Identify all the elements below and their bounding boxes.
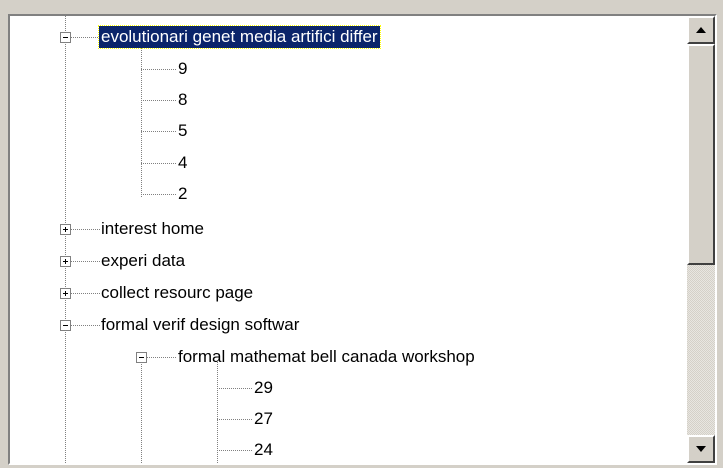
tree-node-label[interactable]: 29 bbox=[252, 377, 275, 399]
tree-connector bbox=[141, 100, 176, 101]
tree-node-label[interactable]: 2 bbox=[176, 183, 189, 205]
expand-toggle[interactable] bbox=[60, 288, 71, 299]
tree-connector bbox=[217, 388, 252, 389]
scroll-down-button[interactable] bbox=[687, 435, 715, 463]
tree-node-label[interactable]: 27 bbox=[252, 408, 275, 430]
vertical-scrollbar[interactable] bbox=[687, 16, 715, 463]
tree-node-label[interactable]: 5 bbox=[176, 120, 189, 142]
tree-node-label[interactable]: evolutionari genet media artifici differ bbox=[98, 25, 381, 49]
tree-connector bbox=[65, 16, 66, 463]
arrow-down-icon bbox=[696, 446, 706, 452]
tree-connector bbox=[141, 69, 176, 70]
tree-node-label[interactable]: 4 bbox=[176, 152, 189, 174]
tree-node-label[interactable]: 8 bbox=[176, 89, 189, 111]
arrow-up-icon bbox=[696, 27, 706, 33]
tree-node-label[interactable]: formal mathemat bell canada workshop bbox=[176, 346, 477, 368]
scroll-thumb[interactable] bbox=[687, 44, 715, 265]
tree-connector bbox=[217, 362, 218, 463]
tree-node-label[interactable]: 24 bbox=[252, 439, 275, 461]
tree-node-label[interactable]: formal verif design softwar bbox=[99, 314, 301, 336]
scroll-up-button[interactable] bbox=[687, 16, 715, 44]
tree-connector bbox=[141, 194, 176, 195]
tree-node-label[interactable]: collect resourc page bbox=[99, 282, 255, 304]
tree-node-label[interactable]: interest home bbox=[99, 218, 206, 240]
collapse-toggle[interactable] bbox=[60, 320, 71, 331]
tree-node-label[interactable]: experi data bbox=[99, 250, 187, 272]
tree-connector bbox=[141, 131, 176, 132]
tree-node-label[interactable]: 9 bbox=[176, 58, 189, 80]
expand-toggle[interactable] bbox=[60, 256, 71, 267]
tree-connector bbox=[141, 163, 176, 164]
window-frame: evolutionari genet media artifici differ… bbox=[0, 0, 723, 468]
tree-connector bbox=[141, 362, 142, 463]
tree-view[interactable]: evolutionari genet media artifici differ… bbox=[8, 14, 717, 465]
tree-connector bbox=[217, 419, 252, 420]
tree-area: evolutionari genet media artifici differ… bbox=[10, 16, 687, 463]
collapse-toggle[interactable] bbox=[60, 32, 71, 43]
tree-connector bbox=[217, 450, 252, 451]
expand-toggle[interactable] bbox=[60, 224, 71, 235]
collapse-toggle[interactable] bbox=[136, 352, 147, 363]
